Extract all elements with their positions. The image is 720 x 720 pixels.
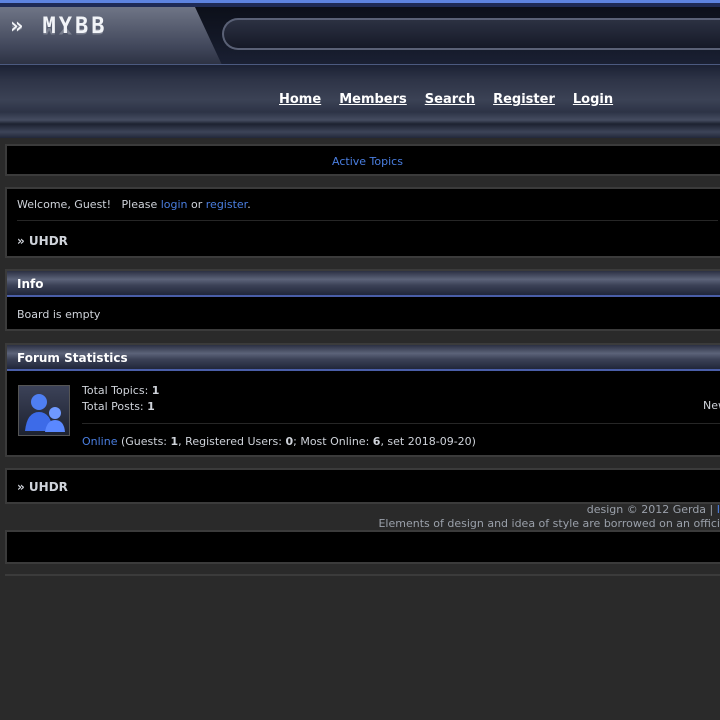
newest-member-label: New [703,399,720,412]
logo-reflection: » MYBB [10,21,108,36]
footer-credits: design © 2012 Gerda | I Elements of desi… [0,503,720,531]
info-panel: Info Board is empty [5,269,720,331]
welcome-text: Welcome, Guest! Please [17,198,161,211]
search-bar[interactable] [222,18,720,50]
period-text: . [247,198,251,211]
footer-panel [5,530,720,564]
login-link[interactable]: login [161,198,188,211]
online-link[interactable]: Online [82,435,117,448]
users-avatar-icon [18,385,70,436]
forum-statistics-panel: Forum Statistics Total Topics: 1 Total P… [5,343,720,457]
total-topics: Total Topics: 1 [82,384,160,397]
welcome-message: Welcome, Guest! Please login or register… [7,189,720,220]
register-link[interactable]: register [206,198,247,211]
design-credit: design © 2012 Gerda | [586,503,717,516]
or-text: or [187,198,206,211]
nav-members-link[interactable]: Members [339,92,407,107]
welcome-panel: Welcome, Guest! Please login or register… [5,187,720,258]
total-posts: Total Posts: 1 [82,400,155,413]
main-nav: Home Members Search Register Login [279,92,613,107]
forum-statistics-title: Forum Statistics [7,345,720,371]
header: » MYBB » MYBB Home Members Search Regist… [0,0,720,138]
nav-home-link[interactable]: Home [279,92,321,107]
totals-block: Total Topics: 1 Total Posts: 1 [82,383,159,415]
style-credit: Elements of design and idea of style are… [378,517,720,530]
nav-register-link[interactable]: Register [493,92,555,107]
bottom-breadcrumb[interactable]: » UHDR [7,470,720,494]
top-accent-strip-dark [0,3,720,7]
active-topics-bar: Active Topics [5,144,720,176]
bottom-breadcrumb-panel: » UHDR [5,468,720,504]
info-title: Info [7,271,720,297]
footer-divider [5,574,720,576]
stats-divider [82,423,720,424]
nav-search-link[interactable]: Search [425,92,475,107]
active-topics-link[interactable]: Active Topics [332,155,403,168]
header-divider [0,64,720,65]
nav-login-link[interactable]: Login [573,92,613,107]
online-summary: Online (Guests: 1, Registered Users: 0; … [82,435,476,448]
breadcrumb[interactable]: » UHDR [7,221,720,248]
info-body: Board is empty [17,308,101,321]
